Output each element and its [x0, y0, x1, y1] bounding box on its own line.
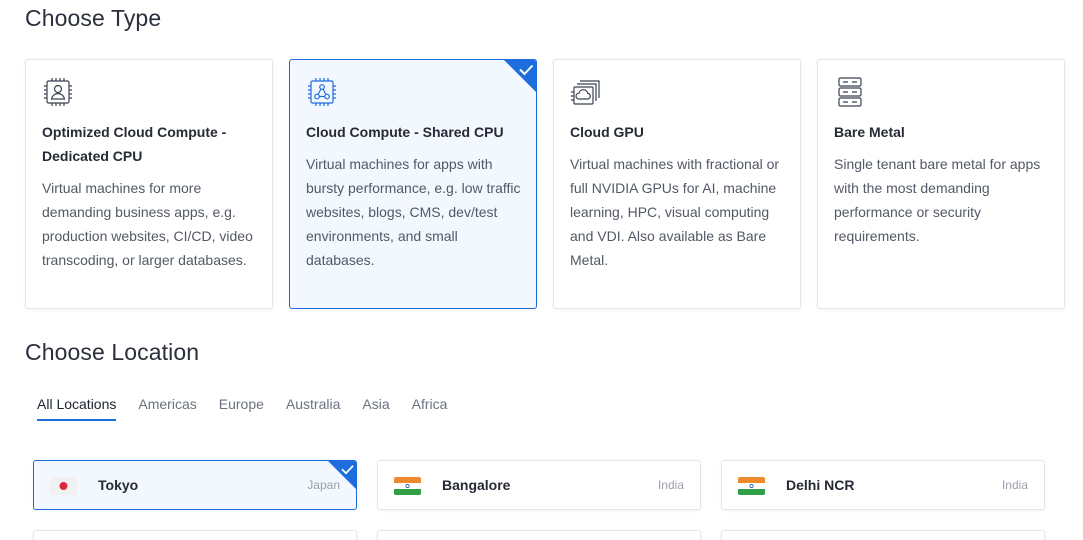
cpu-network-icon	[308, 78, 336, 106]
location-card[interactable]	[721, 530, 1045, 540]
type-card-description: Virtual machines for apps with bursty pe…	[306, 156, 521, 268]
location-region-tabs: All Locations Americas Europe Australia …	[37, 396, 469, 421]
type-card-bare-metal[interactable]: Bare Metal Single tenant bare metal for …	[817, 59, 1065, 309]
choose-type-title: Choose Type	[25, 5, 162, 31]
location-card-bangalore[interactable]: Bangalore India	[377, 460, 701, 510]
location-card[interactable]	[377, 530, 701, 540]
location-country: India	[1001, 478, 1028, 492]
location-city: Bangalore	[442, 477, 511, 493]
tab-americas[interactable]: Americas	[138, 396, 196, 421]
type-card-optimized-cloud-compute[interactable]: Optimized Cloud Compute - Dedicated CPU …	[25, 59, 273, 309]
type-card-name: Optimized Cloud Compute - Dedicated CPU	[42, 124, 227, 164]
tab-asia[interactable]: Asia	[362, 396, 389, 421]
india-flag-icon	[738, 477, 765, 495]
type-card-name: Cloud GPU	[570, 124, 644, 140]
selected-check-icon	[504, 60, 536, 92]
type-card-description: Virtual machines with fractional or full…	[570, 156, 780, 268]
location-city: Tokyo	[98, 477, 139, 493]
type-card-name: Cloud Compute - Shared CPU	[306, 124, 504, 140]
cpu-user-icon	[44, 78, 72, 106]
gpu-icon	[571, 80, 600, 105]
tab-australia[interactable]: Australia	[286, 396, 340, 421]
type-card-description: Virtual machines for more demanding busi…	[42, 180, 253, 268]
tab-europe[interactable]: Europe	[219, 396, 264, 421]
type-card-cloud-gpu[interactable]: Cloud GPU Virtual machines with fraction…	[553, 59, 801, 309]
location-city: Delhi NCR	[786, 477, 855, 493]
selected-check-icon	[328, 461, 356, 489]
type-card-cloud-compute-shared[interactable]: Cloud Compute - Shared CPU Virtual machi…	[289, 59, 537, 309]
tab-all-locations[interactable]: All Locations	[37, 396, 117, 421]
type-card-name: Bare Metal	[834, 124, 905, 140]
type-card-description: Single tenant bare metal for apps with t…	[834, 156, 1041, 244]
tab-africa[interactable]: Africa	[412, 396, 448, 421]
india-flag-icon	[394, 477, 421, 495]
japan-flag-icon	[50, 477, 77, 495]
location-card-delhi-ncr[interactable]: Delhi NCR India	[721, 460, 1045, 510]
location-card[interactable]	[33, 530, 357, 540]
location-country: India	[657, 478, 684, 492]
choose-location-title: Choose Location	[25, 339, 200, 365]
server-rack-icon	[838, 77, 862, 107]
location-card-tokyo[interactable]: Tokyo Japan	[33, 460, 357, 510]
